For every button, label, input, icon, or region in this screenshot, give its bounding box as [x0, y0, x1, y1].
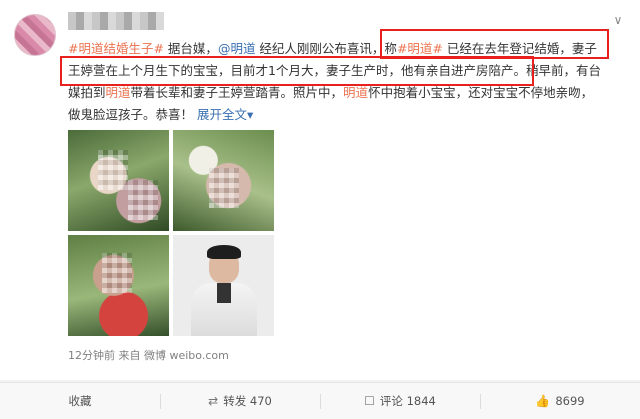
chevron-down-icon: ▾	[247, 107, 254, 122]
text-fragment: 做鬼脸逗孩子。恭喜！	[68, 107, 197, 122]
text-fragment: 稍早前，有台	[525, 63, 601, 78]
text-fragment: 经纪人刚刚公布喜讯，称	[255, 41, 397, 56]
text-fragment: 带着长辈和妻子王婷萱踏青。照片中，	[130, 85, 344, 100]
post-meta: 12分钟前 来自 微博 weibo.com	[68, 349, 229, 362]
more-options-icon[interactable]: ∨	[610, 12, 626, 28]
username-blurred[interactable]	[68, 12, 164, 30]
name-link[interactable]: 明道	[343, 85, 368, 100]
comment-button[interactable]: ☐ 评论 1844	[320, 383, 480, 419]
thumbs-up-icon: 👍	[535, 394, 551, 408]
collect-button[interactable]: 收藏	[0, 383, 160, 419]
comment-icon: ☐	[364, 394, 375, 408]
avatar[interactable]	[14, 14, 56, 56]
repost-button[interactable]: ⇄ 转发 470	[160, 383, 320, 419]
text-fragment: 媒拍到	[68, 85, 106, 100]
post-line-4: 做鬼脸逗孩子。恭喜！ 展开全文▾	[68, 104, 620, 126]
weibo-post-card: ∨ #明道结婚生子# 据台媒，@明道 经纪人刚刚公布喜讯，称#明道# 已经在去年…	[0, 0, 640, 380]
hashtag-link[interactable]: #明道结婚生子#	[68, 41, 164, 56]
mention-link[interactable]: @明道	[218, 41, 256, 56]
portrait-hair	[207, 245, 241, 259]
photo-grid	[68, 130, 280, 340]
mosaic-blur	[128, 180, 158, 220]
highlight-box	[60, 56, 534, 86]
collect-label: 收藏	[68, 394, 92, 408]
photo-thumbnail[interactable]	[68, 235, 169, 336]
expand-full-text-link[interactable]: 展开全文▾	[197, 107, 253, 122]
repost-icon: ⇄	[208, 394, 219, 408]
like-count: 8699	[555, 394, 585, 408]
highlight-box	[380, 29, 609, 59]
text-fragment: 据台媒，	[163, 41, 218, 56]
photo-thumbnail[interactable]	[173, 130, 274, 231]
expand-label: 展开全文	[196, 107, 247, 122]
text-fragment: 怀中抱着小宝宝，还对宝宝不停地亲吻，	[368, 85, 594, 100]
mosaic-blur	[209, 168, 239, 208]
mosaic-blur	[98, 150, 128, 190]
mosaic-blur	[102, 253, 132, 293]
portrait-collar	[217, 283, 231, 303]
photo-thumbnail[interactable]	[173, 235, 274, 336]
photo-thumbnail[interactable]	[68, 130, 169, 231]
repost-label: 转发 470	[223, 394, 272, 408]
action-bar: 收藏 ⇄ 转发 470 ☐ 评论 1844 👍 8699	[0, 382, 640, 419]
comment-label: 评论 1844	[379, 394, 436, 408]
name-link[interactable]: 明道	[106, 85, 131, 100]
like-button[interactable]: 👍 8699	[480, 383, 640, 419]
